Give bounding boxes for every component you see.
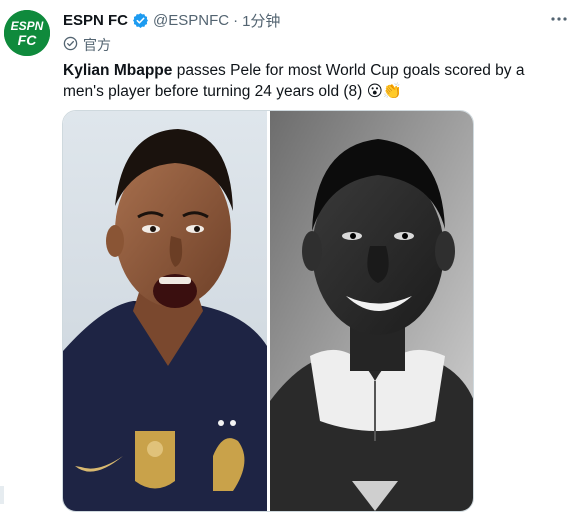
tweet-media[interactable] [62,110,474,512]
avatar-logo-fc: FC [18,32,38,48]
tweet-text: Kylian Mbappe passes Pele for most World… [63,60,563,102]
pele-photo[interactable] [269,111,473,511]
official-label-row: 官方 [63,35,111,55]
page-edge [0,486,4,504]
avatar-logo-espn: ESPN [11,19,44,33]
mbappe-photo[interactable] [63,111,267,511]
handle[interactable]: @ESPNFC [153,12,229,29]
official-badge-icon [63,36,78,54]
avatar[interactable]: ESPN FC [4,10,50,56]
display-name[interactable]: ESPN FC [63,12,128,29]
official-label: 官方 [83,37,111,53]
separator-dot: · [233,11,239,29]
timestamp[interactable]: 1分钟 [242,10,280,31]
more-options-icon[interactable] [550,10,568,28]
verified-badge-icon [132,12,149,29]
tweet-header: ESPN FC @ESPNFC · 1分钟 [63,9,280,31]
tweet-bold-name: Kylian Mbappe [63,62,173,79]
